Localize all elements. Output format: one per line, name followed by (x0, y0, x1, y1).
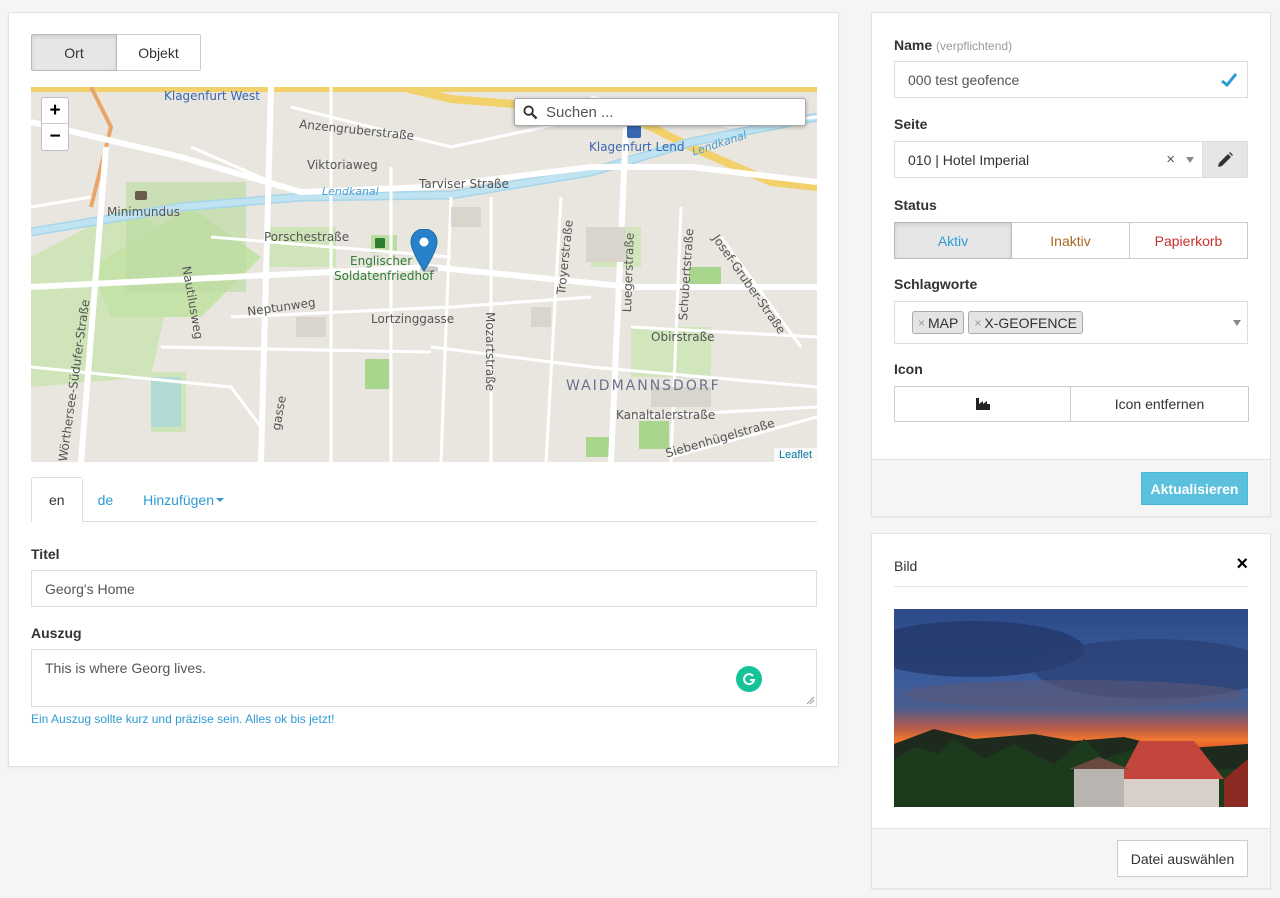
camera-icon (135, 191, 147, 200)
dropdown-arrow-icon (1186, 157, 1194, 163)
edit-seite-button[interactable] (1202, 141, 1248, 178)
seite-select[interactable]: 010 | Hotel Imperial × (894, 141, 1204, 178)
settings-panel-footer: Aktualisieren (872, 459, 1270, 516)
icon-button-group: Icon entfernen (894, 386, 1249, 422)
map[interactable]: Klagenfurt West Anzengruberstraße Viktor… (31, 87, 817, 462)
image-panel-title: Bild (894, 558, 918, 574)
name-label-text: Name (894, 37, 933, 53)
tags-input[interactable]: × MAP × X-GEOFENCE (894, 301, 1248, 344)
name-input-value: 000 test geofence (908, 71, 1020, 88)
map-label: Minimundus (107, 205, 181, 219)
seite-select-value: 010 | Hotel Imperial (908, 151, 1030, 168)
status-label: Status (894, 197, 937, 213)
excerpt-label: Auszug (31, 625, 82, 641)
status-button-group: Aktiv Inaktiv Papierkorb (894, 222, 1248, 259)
close-icon[interactable]: × (1236, 553, 1248, 576)
map-label: Lendkanal (322, 185, 379, 198)
map-label: Kanaltalerstraße (616, 408, 716, 422)
divider (894, 586, 1248, 587)
status-inaktiv-button[interactable]: Inaktiv (1012, 222, 1130, 259)
tab-en[interactable]: en (31, 477, 83, 523)
remove-icon-button[interactable]: Icon entfernen (1071, 386, 1249, 422)
status-aktiv-button[interactable]: Aktiv (894, 222, 1012, 259)
map-label: Mozartstraße (483, 312, 497, 392)
map-search-input[interactable]: Suchen ... (514, 98, 806, 126)
map-label: Tarviser Straße (419, 177, 509, 191)
image-panel-footer: Datei auswählen (872, 828, 1270, 888)
title-input[interactable]: Georg's Home (31, 570, 817, 607)
map-label: Lortzinggasse (371, 312, 455, 326)
tag-label: MAP (928, 314, 959, 331)
tab-add-language[interactable]: Hinzufügen (128, 477, 239, 522)
location-editor-panel: Ort Objekt Klagenfurt West Anzengruberst… (8, 12, 839, 767)
map-label: Luegerstraße (620, 232, 637, 313)
name-required-hint: (verpflichtend) (936, 39, 1013, 53)
train-station-icon (627, 124, 641, 138)
location-type-toggle: Ort Objekt (31, 34, 201, 71)
zoom-control: + − (41, 97, 69, 151)
image-panel: Bild × Datei auswählen (871, 533, 1271, 889)
update-button[interactable]: Aktualisieren (1141, 472, 1248, 505)
checkmark-icon (1221, 73, 1237, 87)
ort-button[interactable]: Ort (31, 34, 117, 71)
tag-chip: × MAP (912, 311, 965, 334)
map-label: Klagenfurt West (164, 89, 260, 103)
language-tabs: en de Hinzufügen (31, 477, 817, 523)
tab-add-language-label: Hinzufügen (143, 491, 214, 508)
name-label: Name (verpflichtend) (894, 37, 1012, 53)
tab-de[interactable]: de (83, 477, 129, 522)
tag-remove-button[interactable]: × (918, 316, 925, 330)
zoom-in-button[interactable]: + (42, 98, 68, 124)
excerpt-textarea[interactable]: This is where Georg lives. (31, 649, 817, 707)
leaflet-attribution-link[interactable]: Leaflet (773, 448, 817, 462)
dropdown-arrow-icon (1233, 320, 1241, 326)
map-label: Obirstraße (651, 330, 715, 344)
grammarly-icon[interactable] (736, 666, 762, 692)
resize-handle-icon[interactable] (806, 696, 815, 705)
excerpt-hint: Ein Auszug sollte kurz und präzise sein.… (31, 712, 335, 726)
choose-file-button[interactable]: Datei auswählen (1117, 840, 1248, 877)
settings-panel: Name (verpflichtend) 000 test geofence S… (871, 12, 1271, 517)
map-label: Viktoriaweg (307, 158, 378, 172)
tag-label: X-GEOFENCE (984, 314, 1077, 331)
map-label: Klagenfurt Lend (589, 140, 685, 154)
title-label: Titel (31, 546, 60, 562)
tag-chip: × X-GEOFENCE (968, 311, 1083, 334)
industry-icon (975, 398, 990, 410)
map-label: Porschestraße (264, 230, 350, 244)
icon-label: Icon (894, 361, 923, 377)
objekt-button[interactable]: Objekt (117, 34, 201, 71)
search-icon (523, 104, 538, 119)
name-input[interactable]: 000 test geofence (894, 61, 1248, 98)
tags-label: Schlagworte (894, 276, 978, 292)
map-search-placeholder: Suchen ... (546, 103, 614, 121)
tag-remove-button[interactable]: × (974, 316, 981, 330)
seite-label: Seite (894, 116, 928, 132)
seite-clear-button[interactable]: × (1166, 151, 1175, 168)
location-marker-icon[interactable] (410, 229, 438, 273)
zoom-out-button[interactable]: − (42, 124, 68, 150)
status-papierkorb-button[interactable]: Papierkorb (1130, 222, 1248, 259)
caret-down-icon (215, 497, 224, 502)
map-label: Englischer (350, 254, 413, 268)
sunset-image (894, 609, 1248, 807)
cemetery-icon (375, 238, 385, 248)
icon-picker-button[interactable] (894, 386, 1071, 422)
map-label: WAIDMANNSDORF (566, 378, 721, 394)
pencil-icon (1218, 151, 1233, 167)
